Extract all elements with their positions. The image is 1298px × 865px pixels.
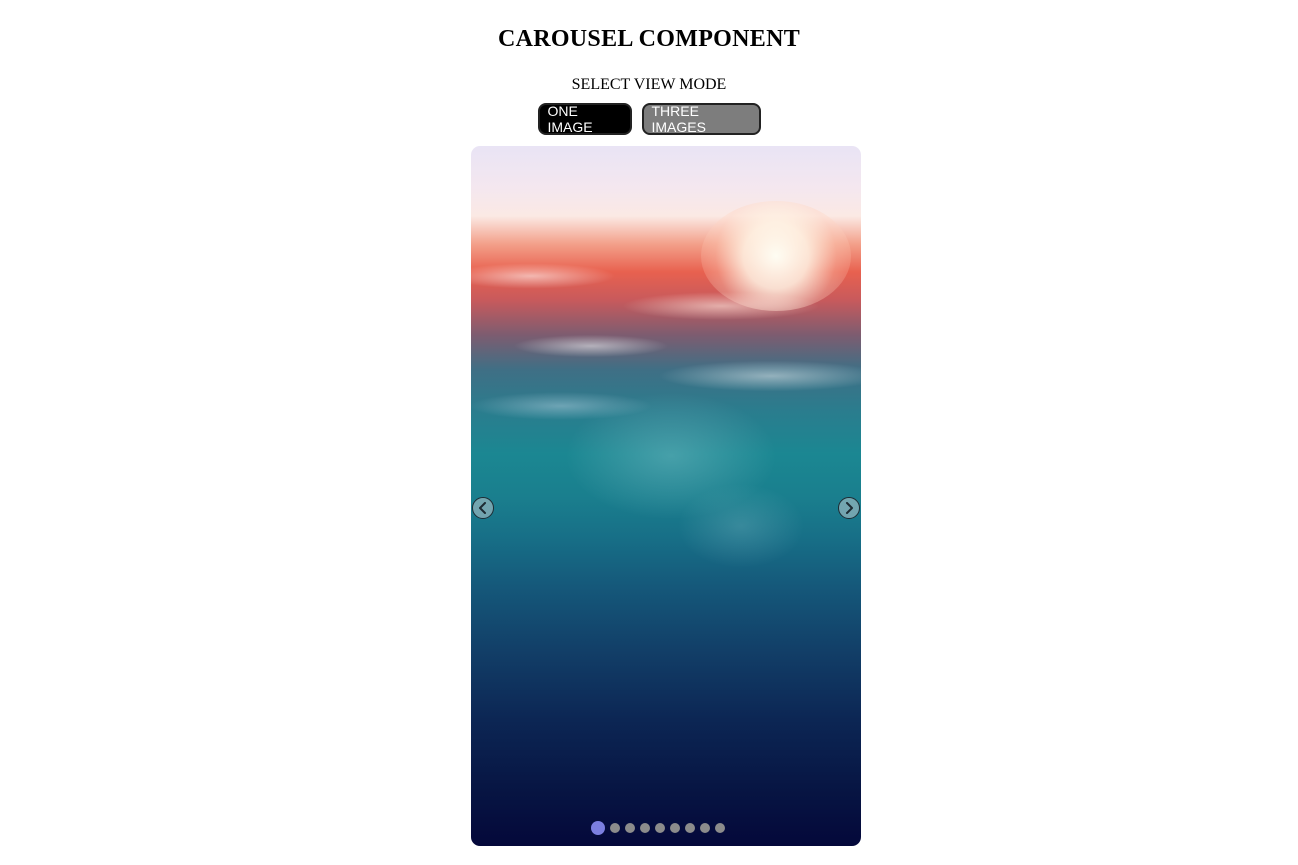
view-mode-label: SELECT VIEW MODE: [571, 76, 727, 93]
chevron-right-icon: [844, 502, 854, 514]
slide-indicator-dot[interactable]: [591, 821, 605, 835]
slide-indicators: [471, 821, 853, 835]
slide-indicator-dot[interactable]: [670, 823, 680, 833]
one-image-button[interactable]: ONE IMAGE: [537, 103, 632, 135]
slide-indicator-dot[interactable]: [625, 823, 635, 833]
next-slide-button[interactable]: [838, 497, 860, 519]
view-mode-buttons: ONE IMAGE THREE IMAGES: [0, 103, 1298, 135]
slide-indicator-dot[interactable]: [655, 823, 665, 833]
slide-indicator-dot[interactable]: [685, 823, 695, 833]
carousel-image-bubbles: [511, 376, 831, 596]
slide-indicator-dot[interactable]: [700, 823, 710, 833]
slide-indicator-dot[interactable]: [715, 823, 725, 833]
chevron-left-icon: [478, 502, 488, 514]
slide-indicator-dot[interactable]: [640, 823, 650, 833]
three-images-button[interactable]: THREE IMAGES: [641, 103, 761, 135]
page-title: CAROUSEL COMPONENT: [497, 26, 801, 52]
page: CAROUSEL COMPONENT SELECT VIEW MODE ONE …: [0, 0, 1298, 865]
slide-indicator-dot[interactable]: [610, 823, 620, 833]
prev-slide-button[interactable]: [472, 497, 494, 519]
carousel[interactable]: [471, 146, 861, 846]
